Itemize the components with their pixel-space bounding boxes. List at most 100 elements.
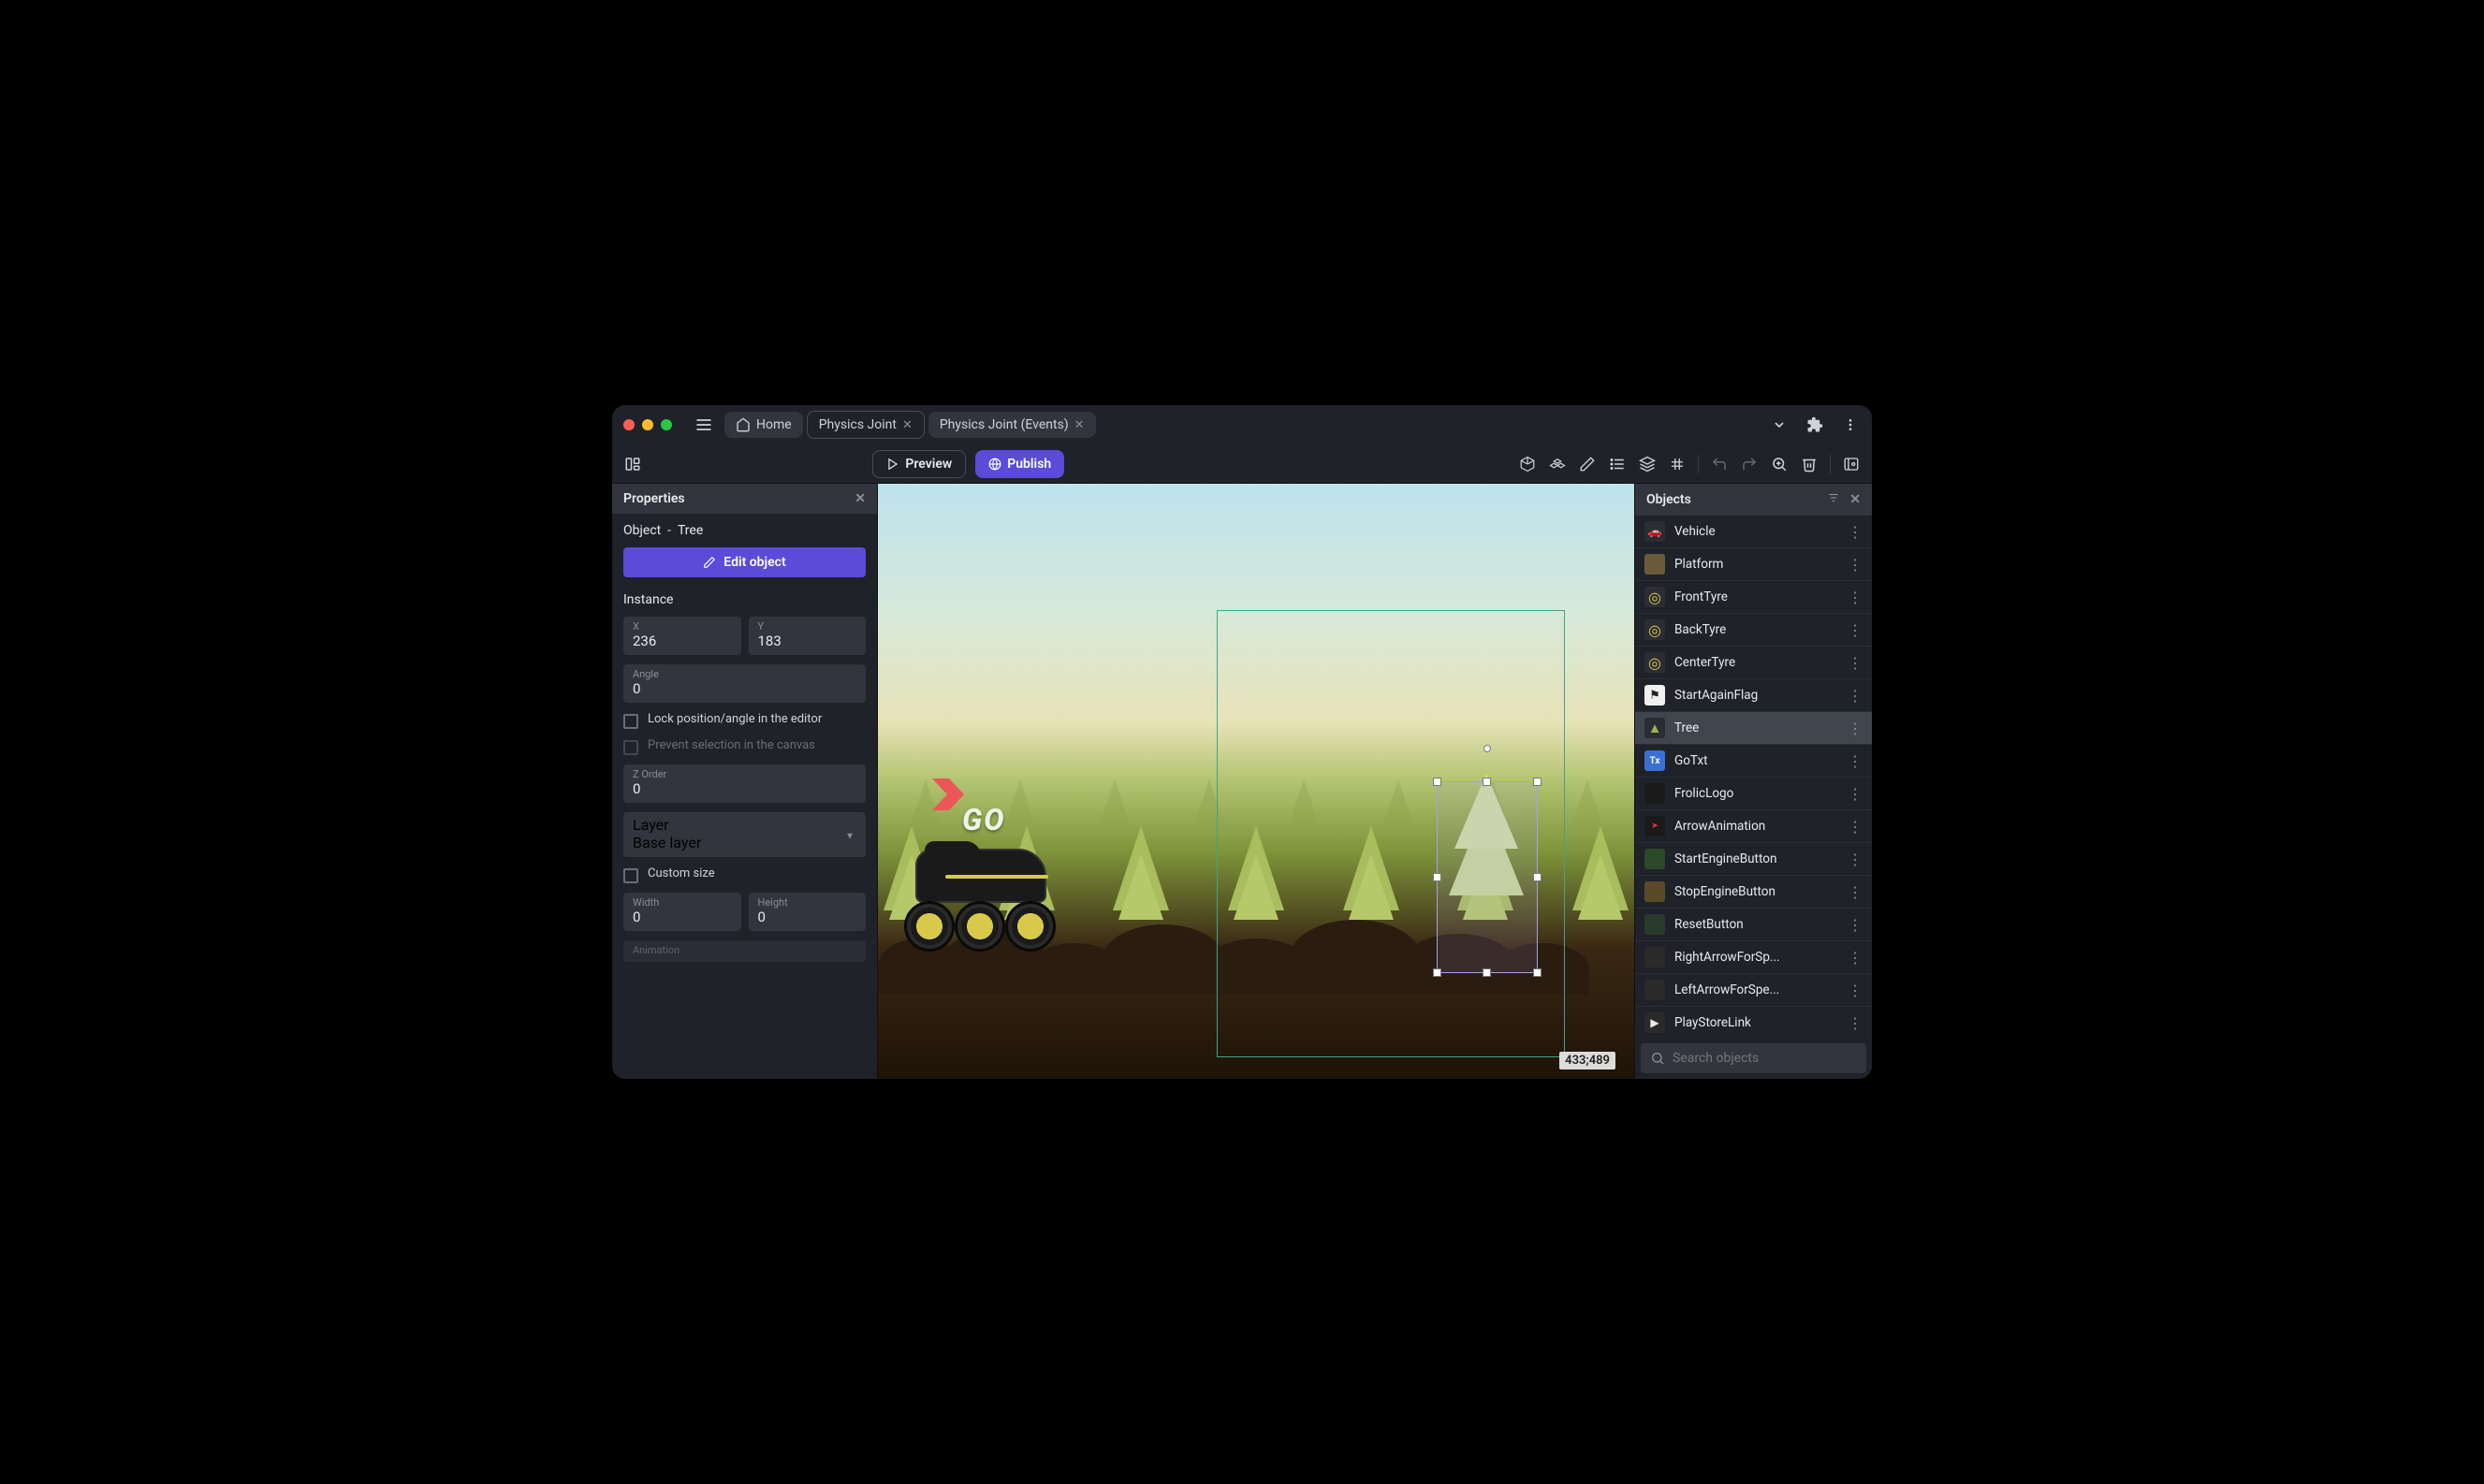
list-icon[interactable] [1608,455,1627,473]
layers-icon[interactable] [1638,455,1657,473]
objects-list[interactable]: 🚗Vehicle⋮Platform⋮◎FrontTyre⋮◎BackTyre⋮◎… [1635,516,1872,1038]
object-more-icon[interactable]: ⋮ [1848,654,1863,672]
object-item-platform[interactable]: Platform⋮ [1635,548,1872,581]
x-value[interactable]: 236 [633,633,732,649]
chevron-down-icon[interactable] [1769,415,1790,435]
layer-select[interactable]: Layer Base layer ▼ [623,812,866,857]
go-text-sprite[interactable]: GO [962,802,1006,837]
trash-icon[interactable] [1800,455,1819,473]
object-more-icon[interactable]: ⋮ [1848,720,1863,737]
scene-canvas[interactable]: GO 433;489 [878,484,1634,1079]
resize-handle-s[interactable] [1483,968,1491,977]
lock-checkbox-row[interactable]: Lock position/angle in the editor [623,712,866,729]
x-label: X [633,620,732,633]
vehicle-sprite[interactable] [897,849,1065,952]
object-item-fronttyre[interactable]: ◎FrontTyre⋮ [1635,581,1872,614]
resize-handle-sw[interactable] [1433,968,1441,977]
resize-handle-e[interactable] [1533,873,1542,881]
object-more-icon[interactable]: ⋮ [1848,851,1863,868]
object-more-icon[interactable]: ⋮ [1848,752,1863,770]
y-field[interactable]: Y 183 [749,617,867,655]
object-item-vehicle[interactable]: 🚗Vehicle⋮ [1635,516,1872,548]
angle-field[interactable]: Angle 0 [623,664,866,703]
object-item-backtyre[interactable]: ◎BackTyre⋮ [1635,614,1872,647]
tab-physics-joint-events[interactable]: Physics Joint (Events) ✕ [928,412,1096,438]
angle-value[interactable]: 0 [633,680,856,697]
width-field[interactable]: Width 0 [623,893,741,931]
y-value[interactable]: 183 [758,633,857,649]
animation-field[interactable]: Animation [623,940,866,962]
object-more-icon[interactable]: ⋮ [1848,982,1863,999]
object-more-icon[interactable]: ⋮ [1848,949,1863,967]
search-input[interactable] [1673,1051,1857,1066]
edit-icon[interactable] [1578,455,1597,473]
object-more-icon[interactable]: ⋮ [1848,556,1863,574]
selection-box[interactable] [1437,781,1538,973]
more-vertical-icon[interactable] [1840,415,1861,435]
object-more-icon[interactable]: ⋮ [1848,916,1863,934]
object-item-leftarrowforspe...[interactable]: LeftArrowForSpe...⋮ [1635,974,1872,1007]
height-label: Height [758,896,857,909]
undo-icon[interactable] [1710,455,1729,473]
tab-physics-joint[interactable]: Physics Joint ✕ [807,411,925,439]
extension-icon[interactable] [1805,415,1825,435]
resize-handle-nw[interactable] [1433,778,1441,786]
edit-object-button[interactable]: Edit object [623,547,866,577]
rotation-handle[interactable] [1483,745,1491,752]
height-value[interactable]: 0 [758,909,857,925]
width-value[interactable]: 0 [633,909,732,925]
height-field[interactable]: Height 0 [749,893,867,931]
objects-search[interactable] [1641,1043,1866,1073]
object-more-icon[interactable]: ⋮ [1848,523,1863,541]
redo-icon[interactable] [1740,455,1759,473]
zorder-value[interactable]: 0 [633,780,856,797]
tab-close-icon[interactable]: ✕ [902,418,913,432]
cubes-icon[interactable] [1548,455,1567,473]
object-item-playstorelink[interactable]: ▶PlayStoreLink⋮ [1635,1007,1872,1038]
custom-size-row[interactable]: Custom size [623,866,866,883]
object-item-resetbutton[interactable]: ResetButton⋮ [1635,909,1872,941]
object-item-centertyre[interactable]: ◎CenterTyre⋮ [1635,647,1872,679]
object-item-arrowanimation[interactable]: ➤ArrowAnimation⋮ [1635,810,1872,843]
grid-icon[interactable] [1668,455,1687,473]
object-item-tree[interactable]: ▲Tree⋮ [1635,712,1872,745]
x-field[interactable]: X 236 [623,617,741,655]
lock-checkbox[interactable] [623,714,638,729]
minimize-window-button[interactable] [642,419,653,430]
object-item-gotxt[interactable]: TxGoTxt⋮ [1635,745,1872,778]
hamburger-menu-icon[interactable] [691,412,717,438]
filter-icon[interactable] [1827,491,1840,508]
close-window-button[interactable] [623,419,635,430]
object-item-startagainflag[interactable]: ⚑StartAgainFlag⋮ [1635,679,1872,712]
object-item-rightarrowforsp...[interactable]: RightArrowForSp...⋮ [1635,941,1872,974]
resize-handle-n[interactable] [1483,778,1491,786]
object-more-icon[interactable]: ⋮ [1848,1014,1863,1032]
object-more-icon[interactable]: ⋮ [1848,785,1863,803]
object-more-icon[interactable]: ⋮ [1848,883,1863,901]
object-more-icon[interactable]: ⋮ [1848,687,1863,705]
maximize-window-button[interactable] [661,419,672,430]
home-tab[interactable]: Home [724,412,803,438]
resize-handle-w[interactable] [1433,873,1441,881]
publish-button[interactable]: Publish [975,450,1064,478]
zorder-field[interactable]: Z Order 0 [623,764,866,803]
resize-handle-se[interactable] [1533,968,1542,977]
object-more-icon[interactable]: ⋮ [1848,818,1863,836]
resize-handle-ne[interactable] [1533,778,1542,786]
panel-toggle-icon[interactable] [623,455,642,473]
preview-button[interactable]: Preview [872,450,966,478]
close-objects-icon[interactable]: ✕ [1849,492,1861,507]
object-item-froliclogo[interactable]: FrolicLogo⋮ [1635,778,1872,810]
object-item-startenginebutton[interactable]: StartEngineButton⋮ [1635,843,1872,876]
cube-icon[interactable] [1518,455,1537,473]
zoom-icon[interactable] [1770,455,1789,473]
object-item-stopenginebutton[interactable]: StopEngineButton⋮ [1635,876,1872,909]
prevent-checkbox-row: Prevent selection in the canvas [623,738,866,755]
object-more-icon[interactable]: ⋮ [1848,621,1863,639]
custom-size-checkbox[interactable] [623,868,638,883]
settings-panel-icon[interactable] [1842,455,1861,473]
titlebar: Home Physics Joint ✕ Physics Joint (Even… [612,405,1872,444]
close-panel-icon[interactable]: ✕ [855,491,866,506]
object-more-icon[interactable]: ⋮ [1848,589,1863,606]
tab-close-icon[interactable]: ✕ [1074,418,1085,432]
